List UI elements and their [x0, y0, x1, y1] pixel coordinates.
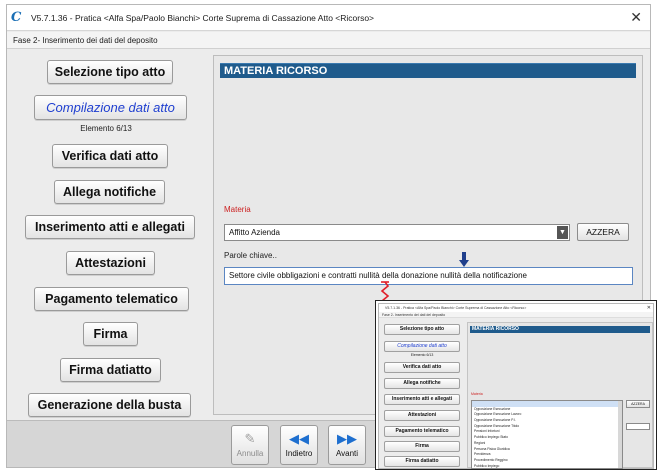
inset-materia-dropdown: Opposizione Esecuzione Opposizione Esecu…	[471, 400, 623, 469]
pencil-icon: ✎	[244, 431, 256, 446]
avanti-button[interactable]: ▶▶ Avanti	[328, 425, 366, 465]
phase-label: Fase 2- Inserimento dei dati del deposit…	[7, 32, 650, 49]
app-logo-icon: C	[11, 9, 22, 25]
annulla-label: Annulla	[236, 449, 264, 458]
sidebar-item-verifica-dati-atto[interactable]: Verifica dati atto	[52, 144, 168, 168]
sidebar-item-allega-notifiche[interactable]: Allega notifiche	[54, 180, 165, 204]
title-bar: C V5.7.1.36 - Pratica <Alfa Spa/Paolo Bi…	[7, 5, 650, 31]
avanti-label: Avanti	[335, 449, 359, 458]
close-icon[interactable]: ✕	[630, 9, 642, 25]
inset-item-firma-datiatto: Firma datiatto	[384, 456, 460, 467]
arrow-down-icon	[459, 252, 469, 267]
indietro-label: Indietro	[285, 449, 313, 458]
inset-main-panel: MATERIA RICORSO Materia Opposizione Esec…	[467, 322, 653, 469]
inset-side-field	[626, 423, 650, 430]
rewind-icon: ◀◀	[289, 431, 309, 446]
inset-item-firma: Firma	[384, 441, 460, 452]
section-header: MATERIA RICORSO	[220, 63, 636, 78]
inset-step-counter: Elemento 6/13	[410, 353, 434, 357]
inset-materia-label: Materia	[471, 392, 483, 396]
inset-option: Pubblico Impiego	[474, 463, 500, 468]
dropdown-arrow-icon[interactable]: ▼	[557, 226, 568, 239]
step-counter: Elemento 6/13	[80, 124, 132, 133]
fast-forward-icon: ▶▶	[337, 431, 357, 446]
inset-azzera-button: AZZERA	[626, 400, 650, 408]
window-title: V5.7.1.36 - Pratica <Alfa Spa/Paolo Bian…	[31, 12, 375, 23]
inset-item-attestazioni: Attestazioni	[384, 410, 460, 421]
materia-select-value: Affitto Azienda	[229, 228, 280, 237]
inset-item-inserimento: Inserimento atti e allegati	[384, 394, 460, 405]
materia-label: Materia	[224, 205, 251, 214]
keywords-input[interactable]: Settore civile obbligazioni e contratti …	[224, 267, 633, 285]
sidebar-item-firma[interactable]: Firma	[83, 322, 138, 346]
sidebar-item-compilazione-dati-atto[interactable]: Compilazione dati atto	[34, 95, 187, 120]
inset-close-icon: ✕	[646, 305, 651, 311]
inset-scrollbar	[618, 401, 622, 468]
sidebar-item-firma-datiatto[interactable]: Firma datiatto	[60, 358, 161, 382]
inset-window: V5.7.1.36 - Pratica <Alfa Spa/Paolo Bian…	[378, 303, 654, 469]
inset-title: V5.7.1.36 - Pratica <Alfa Spa/Paolo Bian…	[379, 304, 653, 312]
inset-item-selezione: Selezione tipo atto	[384, 324, 460, 335]
inset-item-verifica: Verifica dati atto	[384, 362, 460, 373]
sidebar-item-pagamento-telematico[interactable]: Pagamento telematico	[34, 287, 189, 311]
inset-section-header: MATERIA RICORSO	[470, 326, 650, 333]
annulla-button[interactable]: ✎ Annulla	[231, 425, 269, 465]
inset-phase: Fase 2- Inserimento dei dati del deposit…	[379, 312, 653, 318]
sidebar-item-inserimento-atti-allegati[interactable]: Inserimento atti e allegati	[25, 215, 195, 239]
inset-screenshot: V5.7.1.36 - Pratica <Alfa Spa/Paolo Bian…	[375, 300, 657, 470]
sidebar-item-generazione-busta[interactable]: Generazione della busta	[28, 393, 191, 417]
materia-select[interactable]: Affitto Azienda ▼	[224, 224, 570, 241]
azzera-button[interactable]: AZZERA	[577, 223, 629, 241]
keywords-label: Parole chiave..	[224, 251, 277, 260]
inset-item-compilazione: Compilazione dati atto	[384, 341, 460, 352]
sidebar-item-attestazioni[interactable]: Attestazioni	[66, 251, 155, 275]
inset-item-allega: Allega notifiche	[384, 378, 460, 389]
inset-item-pagamento: Pagamento telematico	[384, 426, 460, 437]
sidebar: Selezione tipo atto Compilazione dati at…	[7, 50, 205, 420]
sidebar-item-selezione-tipo-atto[interactable]: Selezione tipo atto	[47, 60, 173, 84]
indietro-button[interactable]: ◀◀ Indietro	[280, 425, 318, 465]
